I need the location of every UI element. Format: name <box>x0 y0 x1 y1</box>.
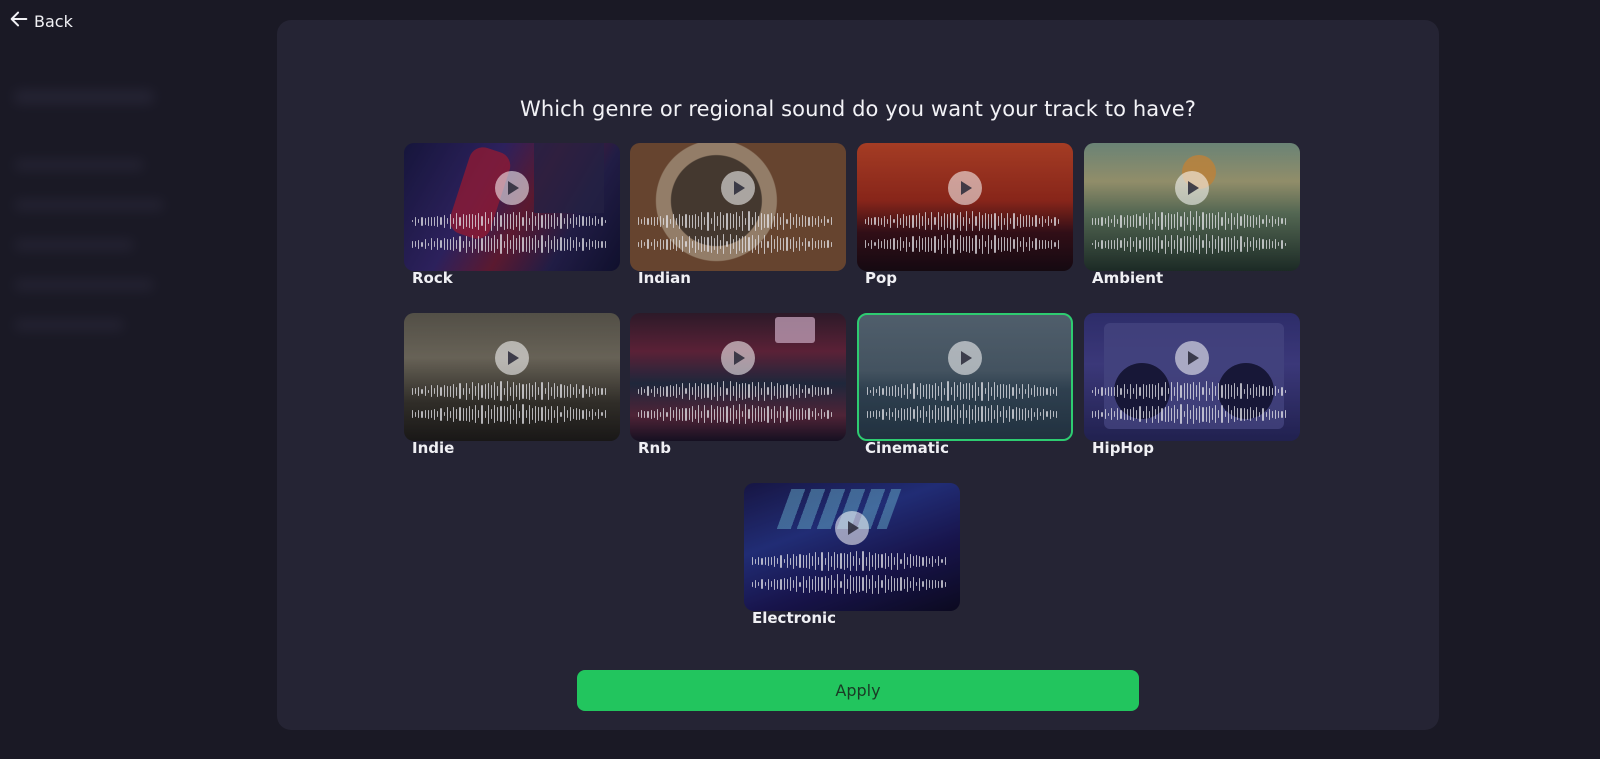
background-sidebar <box>0 0 260 759</box>
genre-card-indie[interactable] <box>404 313 620 441</box>
genre-card-rnb[interactable] <box>630 313 846 441</box>
waveform <box>412 233 606 255</box>
waveform <box>412 210 606 232</box>
play-icon[interactable] <box>835 510 869 545</box>
play-icon[interactable] <box>1175 170 1209 205</box>
waveform <box>867 403 1057 425</box>
waveform <box>1092 233 1286 255</box>
waveform <box>1092 380 1286 402</box>
waveform <box>638 233 832 255</box>
waveform <box>1092 403 1286 425</box>
waveform <box>638 380 832 402</box>
genre-label-cinematic: Cinematic <box>865 439 949 457</box>
waveform <box>412 380 606 402</box>
genre-card-cinematic[interactable] <box>857 313 1073 441</box>
genre-dialog: Which genre or regional sound do you wan… <box>277 20 1439 730</box>
play-icon[interactable] <box>948 170 982 205</box>
play-icon[interactable] <box>721 340 755 375</box>
waveform <box>752 573 946 595</box>
genre-card-ambient[interactable] <box>1084 143 1300 271</box>
genre-card-pop[interactable] <box>857 143 1073 271</box>
back-button[interactable]: Back <box>8 8 73 34</box>
waveform <box>865 233 1059 255</box>
arrow-left-icon <box>8 8 30 34</box>
genre-card-electronic[interactable] <box>744 483 960 611</box>
waveform <box>867 380 1057 402</box>
back-label: Back <box>34 11 73 31</box>
genre-label-rock: Rock <box>412 269 453 287</box>
play-icon[interactable] <box>1175 340 1209 375</box>
genre-label-pop: Pop <box>865 269 898 287</box>
waveform <box>638 210 832 232</box>
dialog-question: Which genre or regional sound do you wan… <box>519 97 1197 121</box>
waveform <box>752 550 946 572</box>
play-icon[interactable] <box>495 340 529 375</box>
waveform <box>412 403 606 425</box>
waveform <box>865 210 1059 232</box>
genre-card-indian[interactable] <box>630 143 846 271</box>
play-icon[interactable] <box>721 170 755 205</box>
waveform <box>638 403 832 425</box>
genre-label-rnb: Rnb <box>638 439 671 457</box>
genre-label-ambient: Ambient <box>1092 269 1164 287</box>
apply-button[interactable]: Apply <box>577 670 1139 711</box>
genre-label-indian: Indian <box>638 269 691 287</box>
genre-label-electronic: Electronic <box>752 609 837 627</box>
genre-label-hiphop: HipHop <box>1092 439 1155 457</box>
waveform <box>1092 210 1286 232</box>
genre-label-indie: Indie <box>412 439 455 457</box>
genre-card-hiphop[interactable] <box>1084 313 1300 441</box>
genre-card-rock[interactable] <box>404 143 620 271</box>
play-icon[interactable] <box>495 170 529 205</box>
